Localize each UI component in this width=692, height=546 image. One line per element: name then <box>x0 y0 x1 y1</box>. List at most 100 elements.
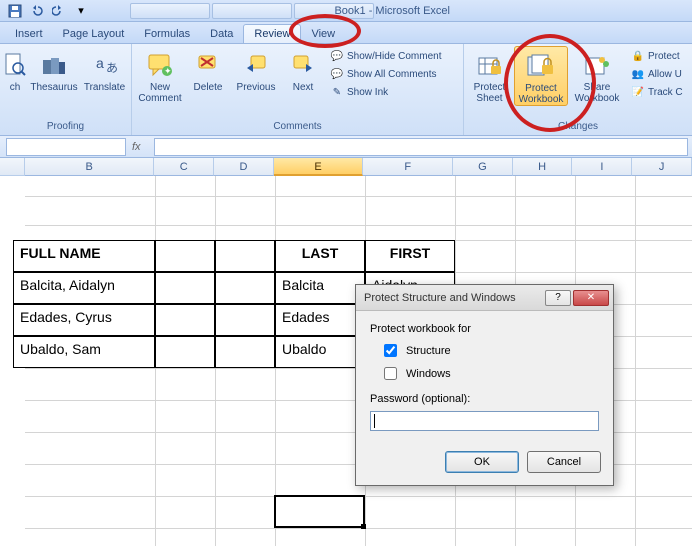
formula-input[interactable] <box>154 138 688 156</box>
protect-workbook-button[interactable]: Protect Workbook <box>514 46 568 106</box>
table-cell[interactable] <box>215 272 275 304</box>
password-label: Password (optional): <box>370 393 599 405</box>
table-header-fullname[interactable]: FULL NAME <box>13 240 155 272</box>
help-button[interactable]: ? <box>545 290 571 306</box>
allow-users-button[interactable]: 👥Allow U <box>628 66 686 82</box>
delete-comment-button[interactable]: Delete <box>187 46 229 93</box>
tab-review[interactable]: Review <box>243 24 301 43</box>
research-button[interactable]: ch <box>3 46 27 93</box>
table-header-blank[interactable] <box>155 240 215 272</box>
column-header[interactable]: H <box>513 158 573 176</box>
ok-button[interactable]: OK <box>445 451 519 473</box>
table-cell[interactable] <box>155 304 215 336</box>
formula-bar: fx <box>0 136 692 158</box>
protect-share-button[interactable]: 🔒Protect <box>628 48 686 64</box>
select-all-corner[interactable] <box>0 158 25 176</box>
next-comment-button[interactable]: Next <box>283 46 323 93</box>
svg-text:✦: ✦ <box>164 66 172 76</box>
svg-text:あ: あ <box>106 61 118 75</box>
protect-workbook-dialog: Protect Structure and Windows ? ✕ Protec… <box>355 284 614 486</box>
research-icon <box>0 50 30 80</box>
share-workbook-button[interactable]: Share Workbook <box>570 46 624 104</box>
structure-checkbox[interactable] <box>384 344 397 357</box>
table-header-first[interactable]: FIRST <box>365 240 455 272</box>
cancel-button[interactable]: Cancel <box>527 451 601 473</box>
tab-data[interactable]: Data <box>200 25 243 43</box>
dialog-title: Protect Structure and Windows <box>364 292 543 304</box>
cell-selection <box>274 495 365 528</box>
fill-handle[interactable] <box>361 524 366 529</box>
track-changes-button[interactable]: 📝Track C <box>628 84 686 100</box>
column-header[interactable]: B <box>25 158 154 176</box>
structure-checkbox-row[interactable]: Structure <box>380 341 599 360</box>
group-changes: Protect Sheet Protect Workbook Share Wor… <box>464 44 692 135</box>
table-cell[interactable]: Ubaldo <box>275 336 365 368</box>
new-comment-icon: ✦ <box>145 50 175 80</box>
previous-comment-button[interactable]: Previous <box>231 46 281 93</box>
table-cell[interactable]: Edades <box>275 304 365 336</box>
table-cell[interactable]: Edades, Cyrus <box>13 304 155 336</box>
tab-insert[interactable]: Insert <box>5 25 53 43</box>
table-cell[interactable]: Ubaldo, Sam <box>13 336 155 368</box>
column-header[interactable]: I <box>572 158 632 176</box>
windows-checkbox-row[interactable]: Windows <box>380 364 599 383</box>
document-title: Book1 - Microsoft Excel <box>334 5 450 17</box>
fx-icon[interactable]: fx <box>132 141 148 153</box>
title-bar: ▾ Book1 - Microsoft Excel <box>0 0 692 22</box>
table-cell[interactable] <box>215 336 275 368</box>
tab-formulas[interactable]: Formulas <box>134 25 200 43</box>
undo-icon[interactable] <box>28 3 46 19</box>
column-header[interactable]: J <box>632 158 692 176</box>
protect-sheet-button[interactable]: Protect Sheet <box>467 46 512 104</box>
table-cell[interactable] <box>155 336 215 368</box>
column-header[interactable]: E <box>274 158 364 176</box>
show-ink-button[interactable]: ✎Show Ink <box>327 84 444 100</box>
protect-workbook-icon <box>526 51 556 81</box>
name-box[interactable] <box>6 138 126 156</box>
changes-small-buttons: 🔒Protect 👥Allow U 📝Track C <box>626 46 688 102</box>
column-header[interactable]: C <box>154 158 214 176</box>
thesaurus-icon <box>39 50 69 80</box>
comment-toggles: 💬Show/Hide Comment 💬Show All Comments ✎S… <box>325 46 446 102</box>
dialog-titlebar[interactable]: Protect Structure and Windows ? ✕ <box>356 285 613 311</box>
column-header[interactable]: F <box>363 158 453 176</box>
new-comment-button[interactable]: ✦ New Comment <box>135 46 185 104</box>
save-icon[interactable] <box>6 3 24 19</box>
table-cell[interactable] <box>215 304 275 336</box>
table-cell[interactable] <box>155 272 215 304</box>
next-icon <box>288 50 318 80</box>
users-icon: 👥 <box>631 67 645 81</box>
windows-checkbox[interactable] <box>384 367 397 380</box>
track-icon: 📝 <box>631 85 645 99</box>
tab-view[interactable]: View <box>301 25 345 43</box>
table-cell[interactable]: Balcita <box>275 272 365 304</box>
previous-icon <box>241 50 271 80</box>
show-all-comments-button[interactable]: 💬Show All Comments <box>327 66 444 82</box>
close-button[interactable]: ✕ <box>573 290 609 306</box>
redo-icon[interactable] <box>50 3 68 19</box>
column-header[interactable]: D <box>214 158 274 176</box>
quick-access-toolbar: ▾ <box>0 3 90 19</box>
tab-page-layout[interactable]: Page Layout <box>53 25 135 43</box>
column-header[interactable]: G <box>453 158 513 176</box>
comments-icon: 💬 <box>330 67 344 81</box>
group-proofing: ch Thesaurus aあ Translate Proofing <box>0 44 132 135</box>
thesaurus-button[interactable]: Thesaurus <box>29 46 79 93</box>
password-input[interactable] <box>370 411 599 431</box>
table-header-blank[interactable] <box>215 240 275 272</box>
show-hide-comment-button[interactable]: 💬Show/Hide Comment <box>327 48 444 64</box>
share-workbook-icon <box>582 50 612 80</box>
delete-icon <box>193 50 223 80</box>
svg-text:a: a <box>96 55 104 71</box>
table-cell[interactable]: Balcita, Aidalyn <box>13 272 155 304</box>
protect-sheet-icon <box>475 50 505 80</box>
translate-button[interactable]: aあ Translate <box>81 46 128 93</box>
ribbon-tabs: Insert Page Layout Formulas Data Review … <box>0 22 692 44</box>
qat-dropdown-icon[interactable]: ▾ <box>72 3 90 19</box>
lock-icon: 🔒 <box>631 49 645 63</box>
column-headers: B C D E F G H I J <box>0 158 692 176</box>
ink-icon: ✎ <box>330 85 344 99</box>
table-header-last[interactable]: LAST <box>275 240 365 272</box>
translate-icon: aあ <box>90 50 120 80</box>
group-comments: ✦ New Comment Delete Previous Next 💬Show… <box>132 44 464 135</box>
